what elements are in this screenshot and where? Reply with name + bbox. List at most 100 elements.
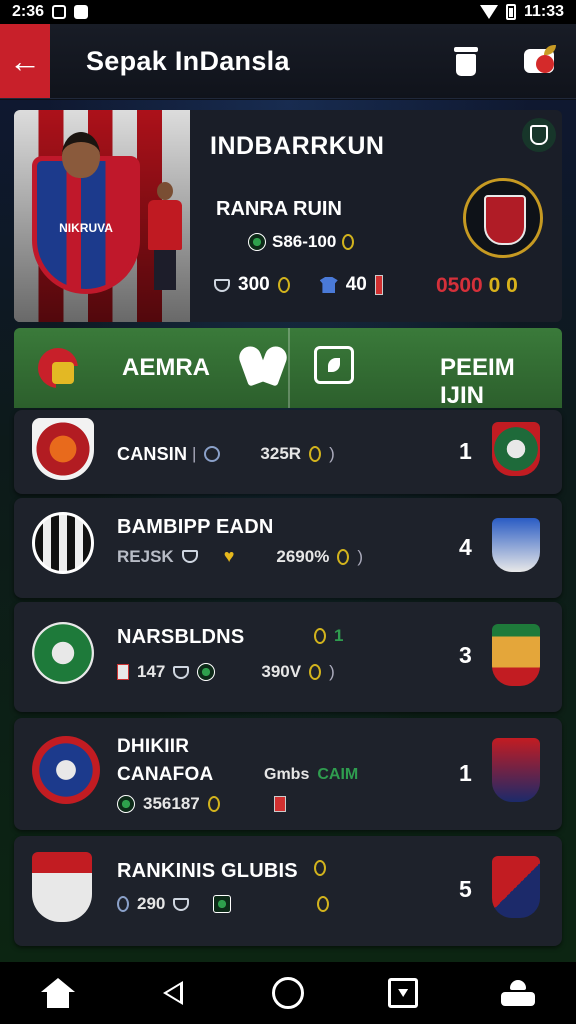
notification-small-icon (52, 5, 67, 19)
trash-icon (454, 47, 478, 52)
club-count: 1 (459, 438, 472, 464)
card-icon (273, 796, 286, 812)
club-crest (32, 512, 94, 574)
hero-stat-row: S86-100 (248, 232, 355, 252)
club-count: 3 (459, 642, 472, 668)
featured-team-card[interactable]: NIKRUVA INDBARRKUN RANRA RUIN S86-100 30… (14, 110, 562, 322)
ball-icon (213, 895, 232, 913)
club-stat: 325R (260, 444, 302, 463)
club-name: DHIKIIR (117, 736, 190, 757)
hero-stat-primary: S86-100 (272, 232, 337, 251)
hero-subtitle: RANRA RUIN (216, 198, 342, 220)
coin-icon (277, 277, 290, 293)
coin-icon (314, 628, 326, 644)
recents-icon (388, 978, 419, 1008)
nav-home-button[interactable] (33, 968, 83, 1018)
team-icon (501, 980, 536, 1006)
player-figure-2 (148, 182, 182, 292)
nav-team-button[interactable] (493, 968, 543, 1018)
opponent-crest (492, 856, 540, 918)
club-tag: Gmbs (264, 766, 310, 783)
coin-icon (314, 860, 326, 876)
status-bar: 2:36 11:33 (0, 0, 576, 24)
app-title: Sepak InDansla (86, 45, 290, 76)
opponent-crest (463, 178, 543, 258)
coin-icon (207, 796, 220, 812)
coin-icon (309, 446, 322, 462)
badge-icon (117, 896, 129, 912)
hero-stat-b: 40 (345, 274, 367, 295)
club-stat-a: 356187 (143, 794, 200, 813)
circle-home-icon (271, 977, 304, 1009)
team-photo: NIKRUVA (14, 110, 190, 322)
nav-back-button[interactable] (148, 968, 198, 1018)
ball-icon (117, 795, 135, 813)
favorite-button[interactable] (522, 118, 556, 152)
coin-icon (309, 664, 322, 680)
ball-icon (197, 663, 216, 681)
opponent-crest (492, 738, 540, 802)
tab-strip: AEMRA PEEIM IJIN (14, 328, 562, 410)
opponent-crest (492, 422, 540, 476)
club-subtitle: REJSK (117, 546, 174, 566)
battery-icon (505, 4, 516, 20)
club-crest (32, 622, 94, 684)
back-icon (162, 981, 183, 1005)
club-name: CANSIN (117, 444, 188, 464)
club-row[interactable]: CANSIN | 325R ) 1 (14, 410, 562, 494)
hero-stat-row-2: 300 40 (214, 274, 383, 296)
app-bar: ← Sepak InDansla (0, 24, 576, 99)
club-name-2: CANAFOA (117, 764, 214, 785)
hero-title: INDBARRKUN (210, 132, 385, 160)
coin-icon (317, 896, 330, 912)
club-row[interactable]: BAMBIPP EADN REJSK ♥ 2690% ) 4 (14, 498, 562, 598)
club-stat-a: 290 (137, 894, 166, 913)
cup-icon (181, 550, 198, 563)
notification-button[interactable] (522, 43, 558, 79)
club-crest (32, 736, 100, 804)
ball-icon (248, 233, 266, 251)
nav-circle-button[interactable] (263, 968, 313, 1018)
club-count: 4 (459, 534, 472, 560)
app-small-icon (74, 5, 89, 19)
opponent-crest (492, 624, 540, 686)
card-icon (374, 275, 383, 295)
gloves-icon[interactable] (242, 346, 286, 386)
cup-icon (214, 278, 230, 292)
hero-score: 0500 0 0 (436, 274, 518, 297)
club-name: BAMBIPP EADN (117, 516, 274, 538)
home-icon (40, 978, 75, 1008)
club-name: NARSBLDNS (117, 626, 245, 648)
club-count: 5 (459, 876, 472, 902)
cup-icon (173, 665, 190, 679)
opponent-crest (492, 518, 540, 572)
bottom-nav-bar (0, 962, 576, 1024)
player-figure (62, 132, 100, 178)
club-count: 1 (459, 760, 472, 786)
filter-button[interactable] (314, 346, 354, 384)
shield-icon (530, 125, 548, 145)
nav-recents-button[interactable] (378, 968, 428, 1018)
card-icon (117, 664, 129, 680)
coin-icon (342, 234, 355, 250)
tab-right[interactable]: PEEIM IJIN (440, 354, 562, 410)
status-time-right: 11:33 (523, 3, 564, 20)
back-button[interactable]: ← (0, 24, 50, 98)
status-time-left: 2:36 (12, 3, 45, 20)
badge-icon (204, 446, 221, 462)
medal-icon: ♥ (223, 546, 235, 566)
club-row[interactable]: RANKINIS GLUBIS 290 5 (14, 836, 562, 946)
club-stat: 2690% (276, 546, 330, 566)
club-crest (32, 852, 92, 922)
club-crest (32, 418, 94, 480)
club-row[interactable]: DHIKIIR CANAFOA Gmbs CAIM 356187 1 (14, 718, 562, 830)
crest-text: NIKRUVA (59, 221, 113, 235)
wifi-icon (479, 5, 498, 19)
coin-icon (337, 548, 350, 565)
club-tag-green: CAIM (317, 766, 359, 783)
trash-button[interactable] (452, 45, 480, 77)
club-row[interactable]: NARSBLDNS 1 147 390V ) 3 (14, 602, 562, 712)
cup-icon (173, 897, 190, 911)
club-stat-a: 147 (137, 662, 166, 681)
tab-left[interactable]: AEMRA (122, 354, 210, 382)
